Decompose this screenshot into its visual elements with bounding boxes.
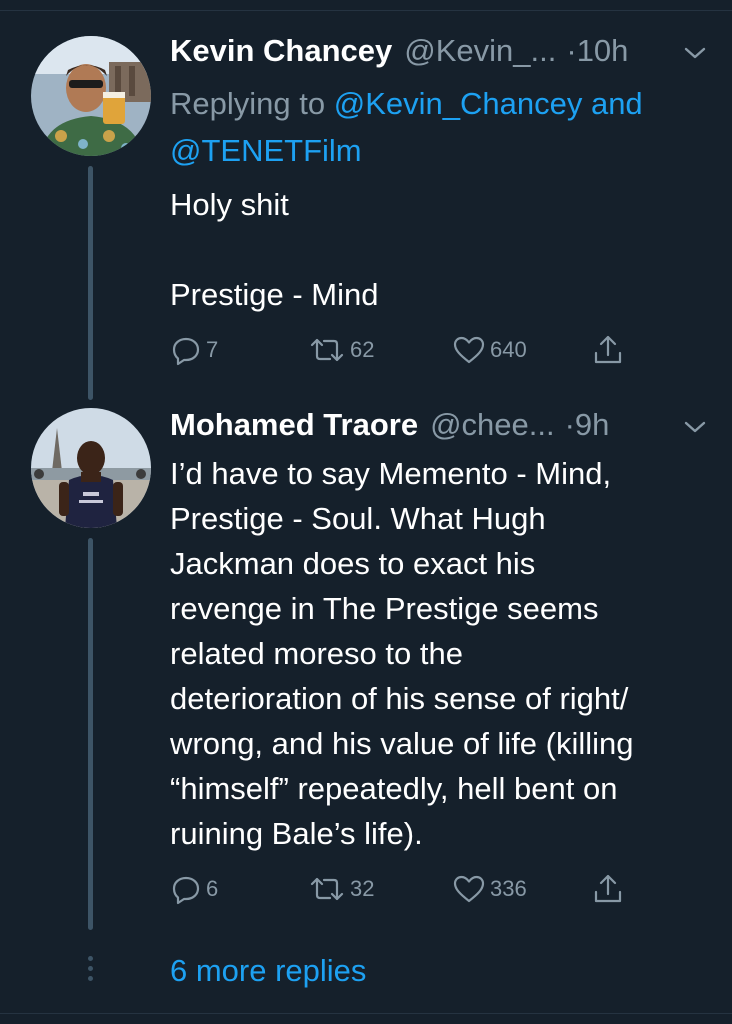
avatar[interactable] — [31, 408, 151, 528]
tweet-actions: 7 62 640 — [170, 332, 640, 368]
more-replies-dots — [87, 956, 95, 984]
tweet-text: Holy shit Prestige - Mind — [170, 182, 710, 317]
share-icon — [594, 335, 622, 364]
retweet-button[interactable]: 32 — [308, 871, 374, 907]
tweet-text-line: related moreso to the — [170, 636, 463, 671]
author-name[interactable]: Mohamed Traore — [170, 405, 418, 445]
author-name[interactable]: Kevin Chancey — [170, 31, 392, 71]
retweet-icon — [310, 877, 344, 901]
share-button[interactable] — [592, 332, 628, 368]
tweet-text-line: revenge in The Prestige seems — [170, 591, 599, 626]
avatar[interactable] — [31, 36, 151, 156]
thread-line — [88, 538, 93, 930]
tweet-text-line: Prestige - Mind — [170, 277, 379, 312]
replying-to-label: Replying to — [170, 86, 326, 121]
tweet-text-line: “himself” repeatedly, hell bent on — [170, 771, 618, 806]
reply-count: 6 — [206, 876, 219, 901]
like-count: 336 — [490, 876, 527, 901]
tweet-text-line: I’d have to say Memento - Mind, — [170, 456, 612, 491]
tweet-text: I’d have to say Memento - Mind, Prestige… — [170, 451, 710, 856]
tweet-header: Mohamed Traore @chee... · 9h — [170, 405, 609, 445]
chevron-down-icon[interactable] — [682, 418, 708, 436]
retweet-button[interactable]: 62 — [308, 332, 374, 368]
replying-to: Replying to @Kevin_Chancey and @TENETFil… — [170, 80, 710, 174]
like-icon — [453, 875, 485, 903]
chevron-down-icon[interactable] — [682, 44, 708, 62]
retweet-count: 32 — [350, 876, 375, 901]
tweet-text-line: ruining Bale’s life). — [170, 816, 423, 851]
tweet-text-line: wrong, and his value of life (killing — [170, 726, 634, 761]
reply-icon — [172, 337, 200, 366]
share-button[interactable] — [592, 871, 628, 907]
timestamp[interactable]: 9h — [575, 405, 609, 445]
reply-icon — [172, 876, 200, 905]
reply-count: 7 — [206, 337, 219, 362]
like-button[interactable]: 640 — [452, 332, 527, 368]
separator-dot: · — [566, 33, 577, 68]
reply-button[interactable]: 7 — [170, 332, 218, 368]
thread-line — [88, 166, 93, 400]
mention-and[interactable]: and — [591, 86, 643, 121]
reply-button[interactable]: 6 — [170, 871, 218, 907]
share-icon — [594, 874, 622, 903]
like-button[interactable]: 336 — [452, 871, 527, 907]
tweet-text-line: Jackman does to exact his — [170, 546, 536, 581]
mention-link[interactable]: @Kevin_Chancey — [334, 86, 583, 121]
tweet-text-line: deterioration of his sense of right/ — [170, 681, 629, 716]
like-count: 640 — [490, 337, 527, 362]
retweet-icon — [310, 338, 344, 362]
like-icon — [453, 336, 485, 364]
tweet-text-line: Prestige - Soul. What Hugh — [170, 501, 546, 536]
tweet-text-line: Holy shit — [170, 187, 289, 222]
author-handle[interactable]: @chee... — [430, 405, 555, 445]
author-handle[interactable]: @Kevin_... — [404, 31, 556, 71]
top-divider — [0, 10, 732, 11]
mention-link[interactable]: @TENETFilm — [170, 133, 362, 168]
more-replies-link[interactable]: 6 more replies — [170, 950, 366, 992]
bottom-divider — [0, 1013, 732, 1014]
separator-dot: · — [564, 407, 575, 442]
retweet-count: 62 — [350, 337, 375, 362]
timestamp[interactable]: 10h — [577, 31, 629, 71]
tweet-actions: 6 32 336 — [170, 871, 640, 907]
tweet-header: Kevin Chancey @Kevin_... · 10h — [170, 31, 628, 71]
